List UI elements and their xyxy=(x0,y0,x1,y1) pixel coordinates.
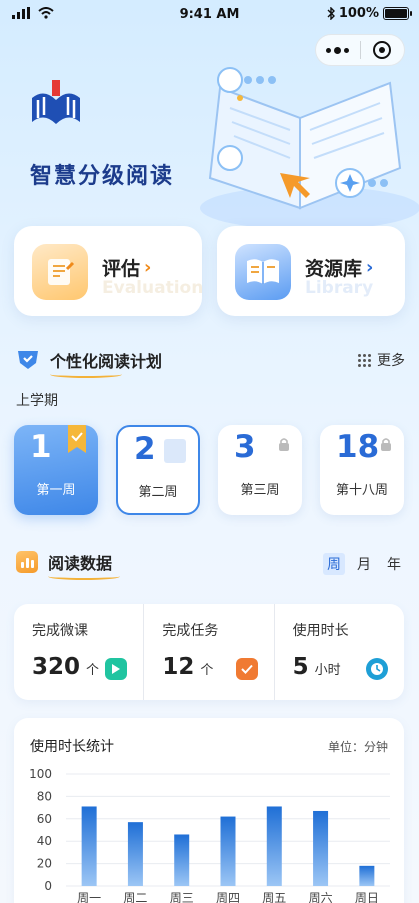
week-number: 18 xyxy=(336,429,380,465)
plan-title: 个性化阅读计划 xyxy=(50,348,162,378)
bar-chart-icon xyxy=(16,551,38,573)
y-tick-label: 40 xyxy=(37,834,52,848)
battery-icon xyxy=(383,7,412,20)
hero-banner: 智慧分级阅读 xyxy=(0,30,419,252)
library-label: 资源库 xyxy=(305,258,363,280)
library-subtitle: Library xyxy=(305,278,374,298)
stat-value: 5 xyxy=(292,654,309,680)
period-tabs: 周 月 年 xyxy=(323,553,405,575)
status-bar: 9:41 AM 100% xyxy=(0,0,419,30)
stat-label: 使用时长 xyxy=(292,623,349,639)
stat-value: 320 xyxy=(32,654,81,680)
ribbon-badge-icon xyxy=(68,425,86,453)
usage-bar-chart: 100 80 60 40 20 0 周一 周二 周三 周四 周五 周六 周日 xyxy=(29,767,390,903)
y-tick-label: 20 xyxy=(37,857,52,871)
plan-section-header: 个性化阅读计划 xyxy=(16,346,162,378)
bluetooth-icon xyxy=(327,7,335,20)
check-icon xyxy=(235,658,258,680)
evaluation-entry-card[interactable]: 评估 › Evaluation xyxy=(14,226,202,316)
x-tick-label: 周六 xyxy=(309,891,333,903)
bar-周二 xyxy=(127,822,143,886)
bar-周三 xyxy=(174,834,190,886)
week-label: 第十八周 xyxy=(335,483,388,498)
battery-fill xyxy=(385,9,407,18)
stat-usage: 使用时长 5 小时 xyxy=(273,604,404,700)
stat-tasks: 完成任务 12 个 xyxy=(143,604,273,700)
week-number: 3 xyxy=(234,429,256,465)
stat-label: 完成任务 xyxy=(162,623,219,639)
play-icon xyxy=(105,658,128,680)
week-card-3[interactable]: 3 第三周 xyxy=(218,425,302,515)
stat-value: 12 xyxy=(162,654,195,680)
shield-check-icon xyxy=(18,351,38,369)
tab-month[interactable]: 月 xyxy=(353,553,375,575)
stat-unit: 个 xyxy=(200,663,214,678)
stats-card: 完成微课 320 个 完成任务 12 个 使用时长 5 小时 xyxy=(14,604,404,700)
more-plan-link[interactable]: 更多 xyxy=(358,350,405,370)
lock-icon xyxy=(381,438,391,451)
y-tick-label: 0 xyxy=(44,879,52,893)
x-tick-label: 周二 xyxy=(123,891,147,903)
battery-percent: 100% xyxy=(338,6,379,21)
stat-unit: 小时 xyxy=(314,663,341,678)
y-tick-label: 100 xyxy=(29,767,52,781)
bar-周四 xyxy=(220,816,236,886)
grid-icon xyxy=(358,353,371,367)
evaluation-icon xyxy=(32,244,88,300)
week-card-18[interactable]: 18 第十八周 xyxy=(320,425,404,515)
stat-label: 完成微课 xyxy=(32,623,88,639)
x-tick-label: 周日 xyxy=(355,891,379,903)
chevron-right-icon: › xyxy=(144,257,152,278)
evaluation-label: 评估 xyxy=(102,258,141,280)
reading-data-header: 阅读数据 xyxy=(16,548,121,580)
reading-data-title: 阅读数据 xyxy=(48,550,121,580)
stat-lessons: 完成微课 320 个 xyxy=(14,604,143,700)
week-number: 1 xyxy=(30,429,52,465)
book-watermark-icon xyxy=(164,439,186,463)
clock-icon xyxy=(365,658,388,680)
y-tick-label: 60 xyxy=(37,812,52,826)
x-tick-label: 周三 xyxy=(170,891,194,903)
library-book-icon xyxy=(235,244,291,300)
x-tick-label: 周五 xyxy=(262,891,286,903)
week-label: 第二周 xyxy=(138,485,178,500)
bar-周一 xyxy=(81,806,97,886)
stat-unit: 个 xyxy=(86,663,100,678)
lock-icon xyxy=(279,438,289,451)
usage-chart-card: 使用时长统计 单位：分钟 100 80 60 40 20 0 周一 周二 周三 周四 周五 周六 周日 xyxy=(14,718,404,903)
evaluation-subtitle: Evaluation xyxy=(102,278,202,298)
chevron-right-icon: › xyxy=(366,257,374,278)
bar-周五 xyxy=(266,806,282,886)
open-book-illustration xyxy=(200,67,419,230)
x-tick-label: 周一 xyxy=(77,891,101,903)
week-number: 2 xyxy=(134,431,156,467)
x-tick-label: 周四 xyxy=(216,891,240,903)
tab-year[interactable]: 年 xyxy=(383,553,405,575)
bar-周六 xyxy=(313,810,329,886)
semester-label: 上学期 xyxy=(16,393,58,409)
week-card-1[interactable]: 1 第一周 xyxy=(14,425,98,515)
week-label: 第一周 xyxy=(36,483,76,498)
app-title: 智慧分级阅读 xyxy=(30,164,175,189)
week-label: 第三周 xyxy=(240,483,280,498)
more-label: 更多 xyxy=(377,353,405,369)
y-tick-label: 80 xyxy=(37,789,52,803)
library-entry-card[interactable]: 资源库 › Library xyxy=(217,226,405,316)
book-logo-icon xyxy=(32,80,80,124)
tab-week[interactable]: 周 xyxy=(323,553,345,575)
bar-周日 xyxy=(359,865,375,886)
week-card-2[interactable]: 2 第二周 xyxy=(116,425,200,515)
